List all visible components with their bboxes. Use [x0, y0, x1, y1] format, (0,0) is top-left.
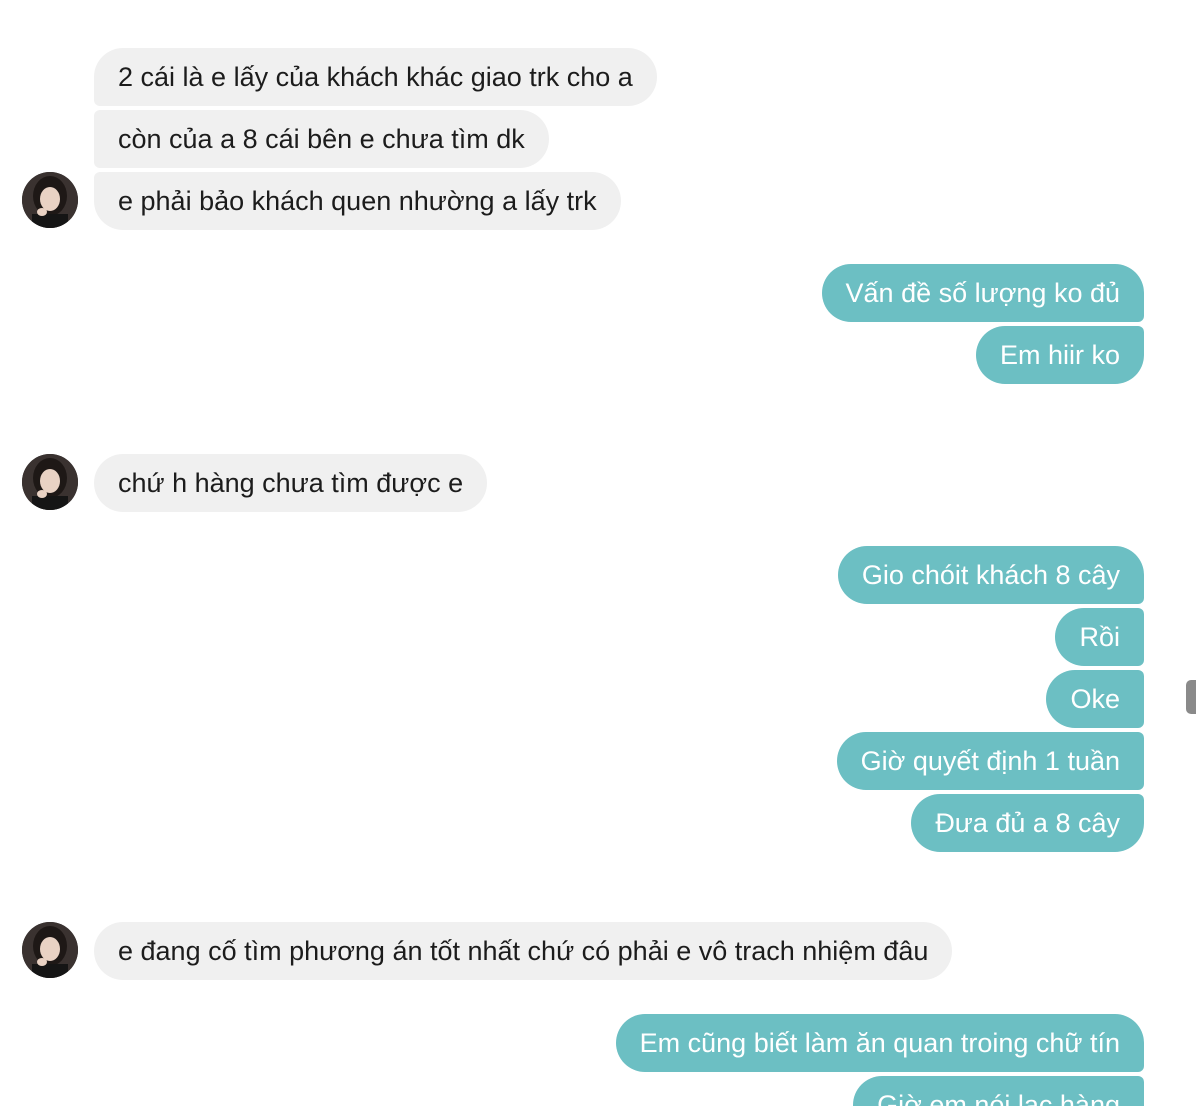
outgoing-message[interactable]: Giờ quyết định 1 tuần [836, 732, 1144, 790]
incoming-message[interactable]: 2 cái là e lấy của khách khác giao trk c… [94, 48, 657, 106]
outgoing-message[interactable]: Rồi [1055, 608, 1144, 666]
outgoing-message[interactable]: Giờ em nói lạc hàng [853, 1076, 1144, 1106]
outgoing-message[interactable]: Đưa đủ a 8 cây [911, 794, 1144, 852]
scrollbar-thumb[interactable] [1186, 680, 1196, 714]
outgoing-message[interactable]: Em hiir ko [975, 326, 1144, 384]
incoming-message[interactable]: còn của a 8 cái bên e chưa tìm dk [94, 110, 549, 168]
chat-thread: 2 cái là e lấy của khách khác giao trk c… [0, 0, 1196, 1106]
incoming-message[interactable]: e đang cố tìm phương án tốt nhất chứ có … [94, 922, 953, 980]
contact-avatar[interactable] [22, 922, 78, 978]
outgoing-message[interactable]: Vấn đề số lượng ko đủ [821, 264, 1144, 322]
contact-avatar[interactable] [22, 454, 78, 510]
incoming-message[interactable]: chứ h hàng chưa tìm được e [94, 454, 488, 512]
outgoing-message[interactable]: Oke [1046, 670, 1144, 728]
outgoing-message[interactable]: Em cũng biết làm ăn quan troing chữ tín [615, 1014, 1144, 1072]
contact-avatar[interactable] [22, 172, 78, 228]
outgoing-message[interactable]: Gio chóit khách 8 cây [837, 546, 1144, 604]
incoming-message[interactable]: e phải bảo khách quen nhường a lấy trk [94, 172, 621, 230]
